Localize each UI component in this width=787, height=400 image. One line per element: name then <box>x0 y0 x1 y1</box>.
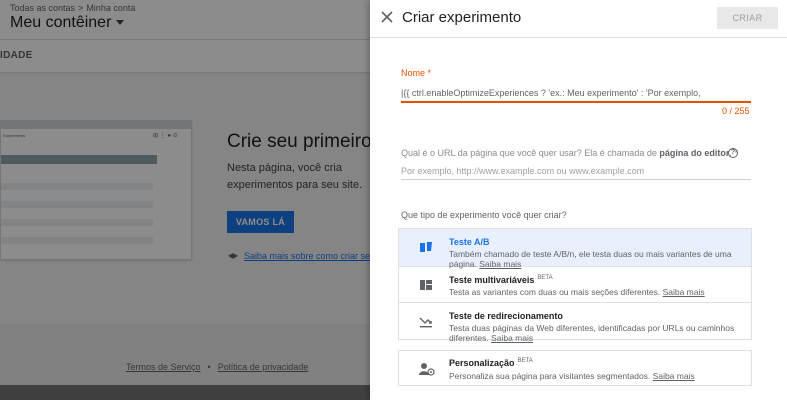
url-field-label: Qual é o URL da página que você quer usa… <box>401 148 738 158</box>
learn-more-link[interactable]: Saiba mais <box>491 333 533 343</box>
type-option-title-text: Teste multivariáveis <box>449 275 535 285</box>
learn-more-link[interactable]: Saiba mais <box>653 371 695 381</box>
experiment-type-list: Teste A/B Também chamado de teste A/B/n,… <box>398 228 752 343</box>
type-option-description: Personaliza sua página para visitantes s… <box>449 371 739 381</box>
type-option-ab-test[interactable]: Teste A/B Também chamado de teste A/B/n,… <box>399 229 751 269</box>
type-option-description: Testa duas páginas da Web diferentes, id… <box>449 323 739 343</box>
type-option-desc-text: Personaliza sua página para visitantes s… <box>449 371 651 381</box>
type-option-title: Teste de redirecionamento <box>449 311 563 321</box>
type-option-description: Também chamado de teste A/B/n, ele testa… <box>449 249 739 269</box>
modal-scrim[interactable] <box>0 0 370 400</box>
url-label-bold: página do editor <box>659 148 730 158</box>
type-option-multivariate[interactable]: Teste multivariáveis BETA Testa as varian… <box>399 267 751 303</box>
url-input[interactable] <box>401 163 751 180</box>
name-input-underline <box>401 101 751 103</box>
experiment-type-question: Que tipo de experimento você quer criar? <box>401 210 567 220</box>
create-button[interactable]: CRIAR <box>717 7 778 29</box>
help-icon[interactable]: ? <box>728 148 738 158</box>
type-option-desc-text: Testa as variantes com duas ou mais seçõ… <box>449 287 661 297</box>
type-option-title: Teste A/B <box>449 237 490 247</box>
type-option-description: Testa as variantes com duas ou mais seçõ… <box>449 287 739 297</box>
create-experiment-panel: Criar experimento CRIAR Nome * |{{ ctrl.… <box>370 0 787 400</box>
close-icon[interactable] <box>380 10 394 24</box>
type-option-title-text: Personalização <box>449 358 515 368</box>
type-option-title: Personalização BETA <box>449 358 533 368</box>
url-label-text: Qual é o URL da página que você quer usa… <box>401 148 660 158</box>
ab-test-icon <box>420 242 432 252</box>
type-option-redirect[interactable]: Teste de redirecionamento Testa duas pág… <box>399 303 751 343</box>
name-char-counter: 0 / 255 <box>722 106 750 116</box>
personalization-icon <box>419 363 435 376</box>
name-field-label: Nome * <box>401 68 432 78</box>
redirect-icon <box>419 317 432 328</box>
panel-title: Criar experimento <box>402 9 522 26</box>
panel-header: Criar experimento CRIAR <box>370 0 787 38</box>
type-option-personalization[interactable]: Personalização BETA Personaliza sua págin… <box>398 350 752 386</box>
type-option-title: Teste multivariáveis BETA <box>449 275 553 285</box>
beta-badge: BETA <box>517 358 533 364</box>
name-input[interactable]: |{{ ctrl.enableOptimizeExperiences ? 'ex… <box>401 88 751 98</box>
learn-more-link[interactable]: Saiba mais <box>663 287 705 297</box>
multivariate-icon <box>420 280 432 290</box>
beta-badge: BETA <box>537 275 553 281</box>
